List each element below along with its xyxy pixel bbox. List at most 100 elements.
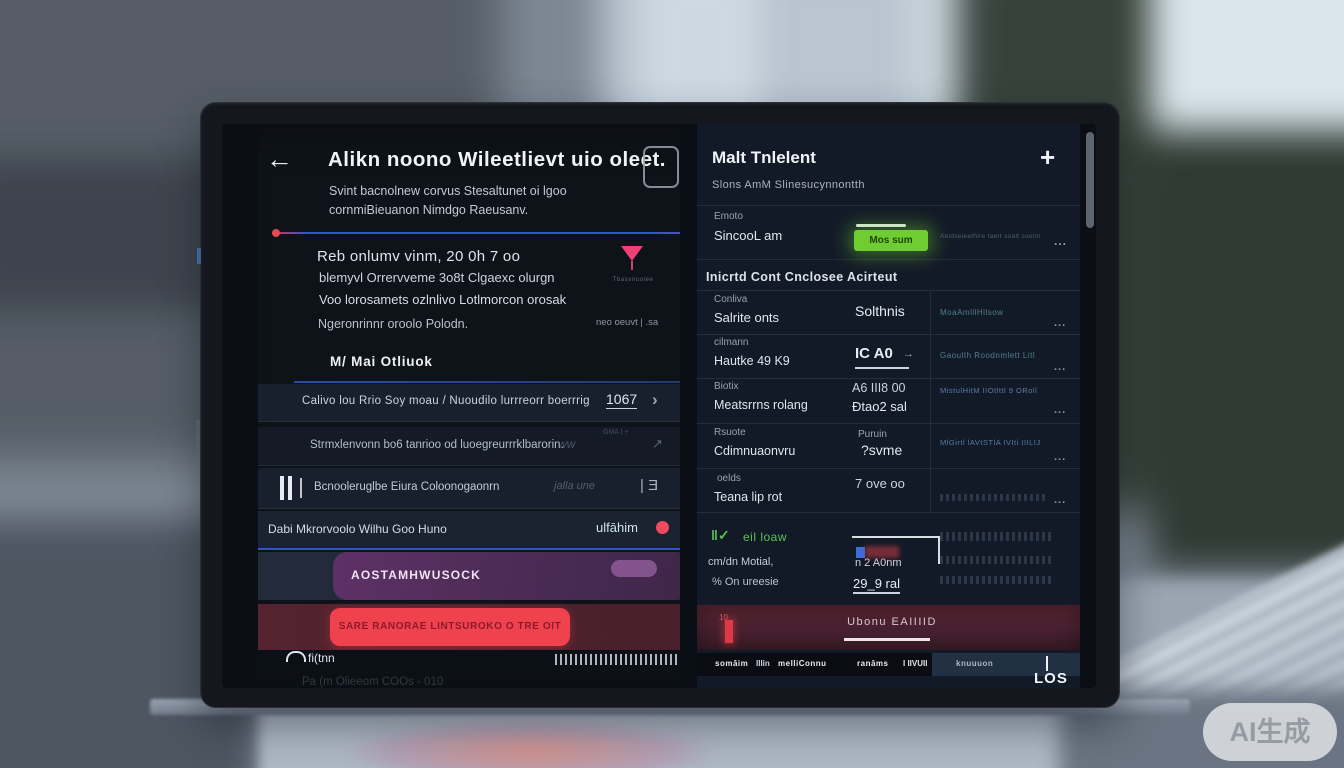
metric-headline: eil loaw xyxy=(743,530,787,544)
flag-icon-stem xyxy=(631,261,633,270)
taskbar-item[interactable]: melliConnu xyxy=(778,659,827,668)
footer-barcode xyxy=(555,654,679,665)
row-label: Salrite onts xyxy=(714,310,779,325)
pause-icon xyxy=(280,476,284,500)
list-item-script: jalla une xyxy=(554,480,595,492)
panel-subtitle: Slons AmM Slinesucynnontth xyxy=(712,179,865,191)
bezel-side-tick-grey xyxy=(196,420,200,466)
more-button[interactable]: ... xyxy=(1054,451,1066,463)
detail-row[interactable]: Biotix Meatsrrns rolang A6 III8 00 Ðtao2… xyxy=(697,378,1080,424)
list-item-value: 1067 xyxy=(606,391,637,409)
progress-line xyxy=(280,232,681,234)
headphone-icon xyxy=(286,651,306,662)
row-top-label: Biotix xyxy=(714,381,738,392)
scrollbar[interactable] xyxy=(1086,132,1094,228)
list-item-label: Bcnooleruglbe Eiura Coloonogaonrn xyxy=(314,481,499,493)
list-item-script: ww xyxy=(558,437,575,451)
flag-icon xyxy=(621,246,643,261)
alert-banner[interactable]: 10 Ubonu EAIIIID xyxy=(697,605,1080,650)
taskbar-item[interactable]: knuuuon xyxy=(956,659,993,668)
more-button[interactable]: ... xyxy=(1054,494,1066,506)
metric-line-2: % On ureesie xyxy=(712,576,779,588)
status-row[interactable]: Emoto SincooL am Mos sum Aeldseieethire … xyxy=(697,205,1080,260)
more-button[interactable]: ... xyxy=(1054,404,1066,416)
toggle-switch[interactable] xyxy=(611,560,657,577)
list-item[interactable]: Bcnooleruglbe Eiura Coloonogaonrn jalla … xyxy=(258,468,680,509)
danger-button[interactable]: SARE RANORAE LINTSUROKO O TRE OIT xyxy=(330,608,570,646)
task-line-2: blemyvl Orrervveme 3o8t Clgaexc olurgn xyxy=(319,270,555,285)
chevron-icon: | Ǝ xyxy=(640,477,658,494)
task-line-3: Voo lorosamets ozlnlivo Lotlmorcon orosa… xyxy=(319,292,566,307)
list-item-hint: GMA I + xyxy=(603,429,628,436)
metric-line-1: cm/dn Motial, xyxy=(708,556,773,568)
page-title: Alikn noono Wileetlievt uio oleet. xyxy=(328,148,666,172)
detail-row[interactable]: oelds Teana lip rot 7 ove oo ... xyxy=(697,468,1080,513)
footer-left-label: fi(tnn xyxy=(308,651,335,665)
task-line-1: Reb onlumv vinm, 20 0h 7 oo xyxy=(317,248,520,265)
copy-icon[interactable] xyxy=(643,146,679,188)
status-top-label: Emoto xyxy=(714,211,743,222)
list-item[interactable]: Calivo lou Rrio Soy moau / Nuoudilo lurr… xyxy=(258,384,680,422)
row-top-label: Rsuote xyxy=(714,427,746,438)
taskbar-item[interactable]: somāim xyxy=(715,659,748,668)
detail-row[interactable]: cilmann Hautke 49 K9 IC A0 → Gaoulth Roo… xyxy=(697,333,1080,379)
metric-redaction-3 xyxy=(940,576,1052,584)
right-section-title: Inicrtd Cont Cnclosee Acirteut xyxy=(706,270,897,284)
taskbar: somāim IIIin melliConnu ranāms I IIVUIl … xyxy=(697,653,1080,676)
toggle-row-label: AOSTAMHWUSOCK xyxy=(351,568,481,582)
footer-bottom-label: Pa (m Olieeom COOs - 010 xyxy=(302,676,443,688)
list-item-value: ulfāhim xyxy=(596,520,638,535)
status-badge: Mos sum xyxy=(854,230,928,251)
screen: ← Alikn noono Wileetlievt uio oleet. Svi… xyxy=(222,124,1096,688)
list-item[interactable]: Dabi Mkrorvoolo Wilhu Goo Huno ulfāhim xyxy=(258,511,680,550)
more-button[interactable]: ... xyxy=(1054,317,1066,329)
task-line-4: Ngeronrinnr oroolo Polodn. xyxy=(318,317,468,331)
taskbar-item[interactable]: ranāms xyxy=(857,659,888,668)
detail-row[interactable]: Conliva Salrite onts Solthnis MoaAmlllHl… xyxy=(697,290,1080,335)
metric-box-line-2: 29_9 ral xyxy=(853,576,900,594)
row-value: 7 ove oo xyxy=(855,476,905,491)
los-label: LOS xyxy=(1034,670,1068,687)
back-button[interactable]: ← xyxy=(266,144,293,175)
row-label: Cdimnuaonvru xyxy=(714,444,795,458)
taskbar-item[interactable]: IIIin xyxy=(756,659,770,668)
section-title: M/ Mai Otliuok xyxy=(330,354,433,369)
row-label: Teana lip rot xyxy=(714,490,782,504)
page-subtitle: Svint bacnolnew corvus Stesaltunet oi lg… xyxy=(329,182,591,221)
row-value: Solthnis xyxy=(855,303,905,319)
row-top-label: cilmann xyxy=(714,337,748,348)
text-cursor xyxy=(1046,656,1048,671)
banner-underline xyxy=(844,638,930,641)
danger-button-label: SARE RANORAE LINTSUROKO O TRE OIT xyxy=(339,621,562,632)
panel-divider xyxy=(680,124,697,688)
banner-red-bar xyxy=(725,620,733,643)
bg-sky-right xyxy=(1150,0,1344,130)
status-topline xyxy=(856,224,906,227)
status-badge-label: Mos sum xyxy=(869,235,912,246)
metric-box-line-1: n 2 A0nm xyxy=(855,557,901,569)
row-note: MistulHitM IIOtlttl 9 ORoll xyxy=(940,386,1037,395)
add-button[interactable]: + xyxy=(1040,142,1055,173)
detail-row[interactable]: Rsuote Cdimnuaonvru Puruin ?svme MlGirtl… xyxy=(697,423,1080,469)
bg-trees-lower xyxy=(1150,150,1344,570)
row-label: Hautke 49 K9 xyxy=(714,354,790,368)
progress-dot xyxy=(272,229,280,237)
toggle-row[interactable]: AOSTAMHWUSOCK xyxy=(333,552,680,600)
list-item-label: Calivo lou Rrio Soy moau / Nuoudilo lurr… xyxy=(302,395,590,407)
row-value: Puruin xyxy=(858,429,887,440)
row-value-2: ?svme xyxy=(861,442,902,458)
task-meta-right: neo oeuvt | .sa xyxy=(596,317,658,328)
list-item[interactable]: Strmxlenvonn bo6 tanrioo od luoegreurrrk… xyxy=(258,427,680,466)
panel-title: Malt Tnlelent xyxy=(712,148,816,168)
more-button[interactable]: ... xyxy=(1054,361,1066,373)
row-top-label: Conliva xyxy=(714,294,747,305)
more-button[interactable]: ... xyxy=(1054,234,1067,248)
taskbar-item[interactable]: I IIVUIl xyxy=(903,659,927,668)
list-item-label: Strmxlenvonn bo6 tanrioo od luoegreurrrk… xyxy=(310,439,564,451)
row-note: Gaoulth Roodnmlett Litl xyxy=(940,351,1035,360)
row-note: MlGirtl lAVtSTlA IVIti IIILIJ xyxy=(940,438,1041,447)
row-value-underline xyxy=(855,367,909,369)
pause-icon-bar3 xyxy=(300,478,302,498)
row-label: Meatsrrns rolang xyxy=(714,398,808,412)
ai-watermark: AI生成 xyxy=(1203,703,1337,761)
